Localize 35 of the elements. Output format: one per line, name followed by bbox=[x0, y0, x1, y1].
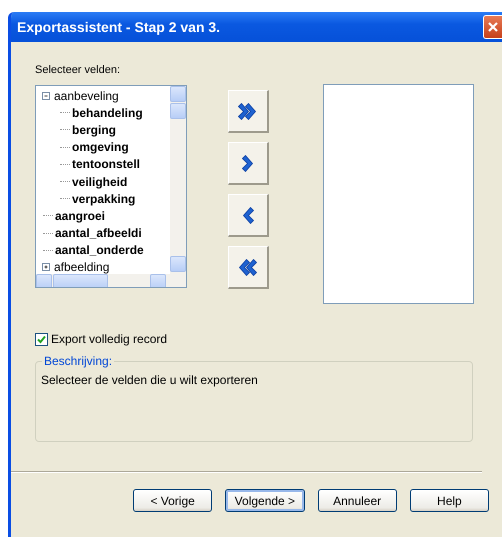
fields-label: Selecteer velden: bbox=[35, 64, 121, 76]
close-icon bbox=[487, 21, 499, 33]
double-chevron-right-icon bbox=[238, 102, 258, 120]
tree-item[interactable]: omgeving bbox=[72, 140, 129, 154]
tree-item[interactable]: aantal_afbeeldi bbox=[55, 226, 142, 240]
dialog-button[interactable]: Volgende > bbox=[225, 489, 304, 512]
tree-item[interactable]: aantal_onderde bbox=[55, 243, 144, 258]
dialog-button[interactable]: Annuleer bbox=[318, 489, 397, 512]
checkbox-label[interactable]: Export volledig record bbox=[51, 332, 168, 346]
expand-icon[interactable] bbox=[42, 263, 50, 272]
tree-item[interactable]: afbeelding bbox=[54, 260, 110, 274]
dialog-button[interactable]: Help bbox=[410, 489, 489, 512]
move-button[interactable] bbox=[228, 142, 269, 185]
chevron-left-icon bbox=[242, 206, 254, 224]
description-text: Selecteer de velden die u wilt exporteren bbox=[41, 373, 258, 387]
close-button[interactable] bbox=[483, 15, 502, 39]
move-button[interactable] bbox=[228, 246, 269, 289]
dialog-button[interactable]: < Vorige bbox=[133, 489, 212, 512]
tree-item[interactable]: verpakking bbox=[72, 192, 136, 206]
tree-item[interactable]: aanbeveling bbox=[54, 88, 119, 103]
tree-item[interactable]: behandeling bbox=[72, 106, 143, 120]
group-legend: Beschrijving: bbox=[42, 354, 114, 368]
checkbox[interactable] bbox=[35, 332, 48, 346]
double-chevron-left-icon bbox=[238, 258, 258, 276]
collapse-icon[interactable] bbox=[42, 92, 50, 100]
tree-item[interactable]: veiligheid bbox=[72, 174, 128, 189]
tree-item[interactable]: berging bbox=[72, 122, 116, 137]
field-tree[interactable]: aanbeveling behandeling berging omgeving tentoonstell veiligheid verpakking aangroei aantal_afbeeldi aantal_onderde afbeelding bbox=[35, 85, 187, 288]
move-button[interactable] bbox=[228, 90, 269, 133]
window-title: Exportassistent - Stap 2 van 3. bbox=[17, 19, 220, 35]
selected-fields-list[interactable] bbox=[323, 84, 474, 304]
tree-item[interactable]: tentoonstell bbox=[72, 157, 140, 172]
chevron-right-icon bbox=[242, 154, 254, 172]
tree-item[interactable]: aangroei bbox=[55, 208, 106, 223]
move-button[interactable] bbox=[228, 194, 269, 237]
